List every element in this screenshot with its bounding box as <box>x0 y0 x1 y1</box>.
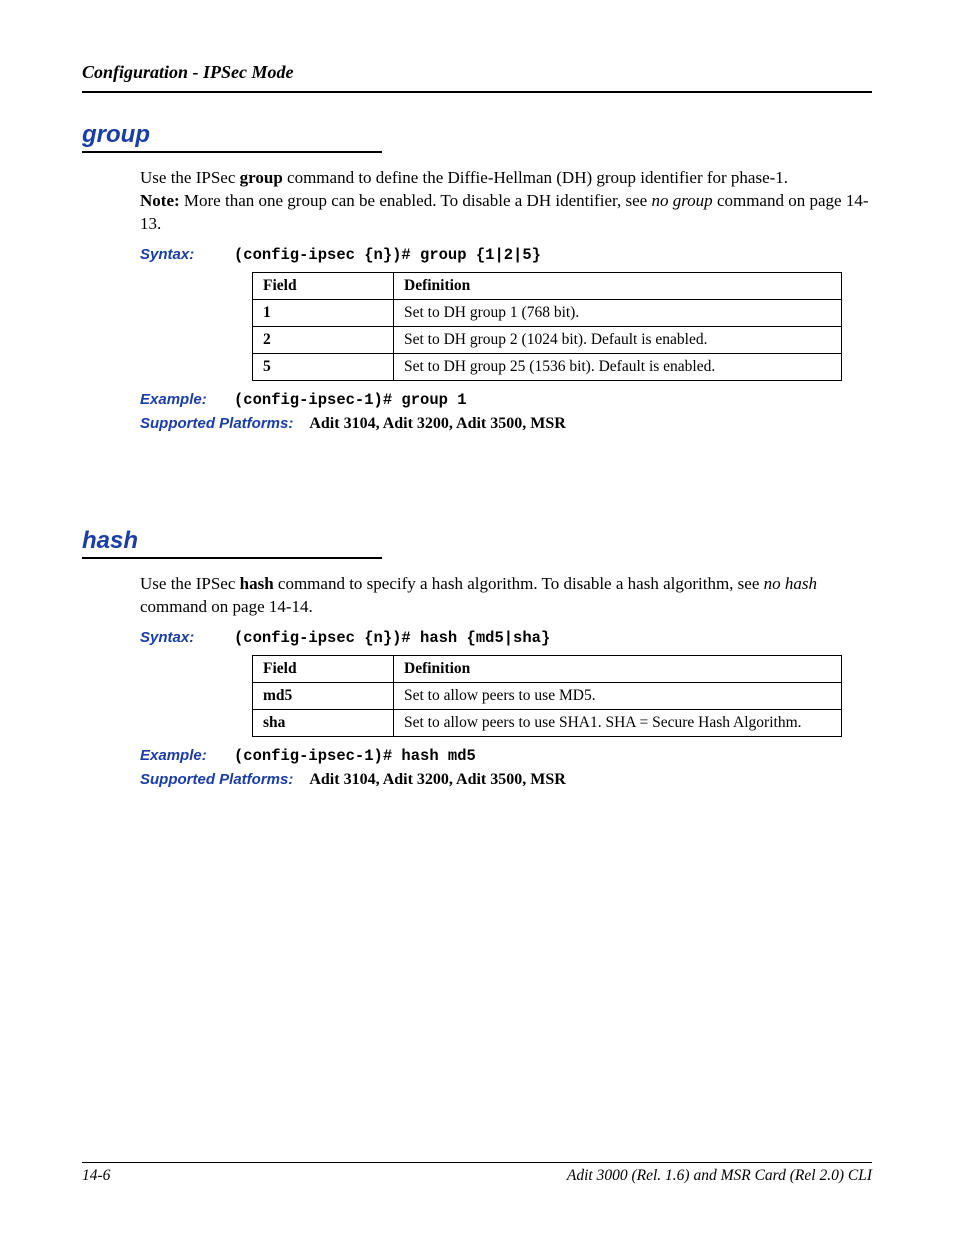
text-italic: no group <box>651 191 712 210</box>
text: command to define the Diffie-Hellman (DH… <box>283 168 788 187</box>
example-row: Example: (config-ipsec-1)# group 1 <box>140 391 872 409</box>
text-bold: hash <box>240 574 274 593</box>
table-row: 5 Set to DH group 25 (1536 bit). Default… <box>253 353 842 380</box>
text-bold: group <box>240 168 283 187</box>
section-title-hash: hash <box>82 527 872 555</box>
text: command on page 14-14. <box>140 597 313 616</box>
text-italic: no hash <box>764 574 817 593</box>
text: Use the IPSec <box>140 168 240 187</box>
definition-table: Field Definition 1 Set to DH group 1 (76… <box>252 272 842 381</box>
page: Configuration - IPSec Mode group Use the… <box>0 0 954 1235</box>
syntax-label: Syntax: <box>140 629 230 646</box>
syntax-row: Syntax: (config-ipsec {n})# hash {md5|sh… <box>140 629 872 647</box>
syntax-label: Syntax: <box>140 246 230 263</box>
section-paragraph: Use the IPSec hash command to specify a … <box>140 573 872 619</box>
section-underline <box>82 151 382 153</box>
footer-title: Adit 3000 (Rel. 1.6) and MSR Card (Rel 2… <box>567 1167 872 1185</box>
example-row: Example: (config-ipsec-1)# hash md5 <box>140 747 872 765</box>
definition-table: Field Definition md5 Set to allow peers … <box>252 655 842 737</box>
syntax-code: (config-ipsec {n})# hash {md5|sha} <box>234 629 550 647</box>
running-header: Configuration - IPSec Mode <box>82 62 872 83</box>
page-number: 14-6 <box>82 1167 110 1185</box>
table-header-row: Field Definition <box>253 272 842 299</box>
table-header-row: Field Definition <box>253 655 842 682</box>
section-underline <box>82 557 382 559</box>
table-header: Field <box>253 272 394 299</box>
platforms-row: Supported Platforms: Adit 3104, Adit 320… <box>140 415 872 433</box>
table-header: Definition <box>394 272 842 299</box>
table-cell: sha <box>253 709 394 736</box>
platforms-label: Supported Platforms: <box>140 415 293 432</box>
table-cell: md5 <box>253 682 394 709</box>
platforms-label: Supported Platforms: <box>140 771 293 788</box>
table-cell: Set to allow peers to use SHA1. SHA = Se… <box>394 709 842 736</box>
example-label: Example: <box>140 747 230 764</box>
platforms-text: Adit 3104, Adit 3200, Adit 3500, MSR <box>309 771 565 788</box>
footer-rule <box>82 1162 872 1163</box>
table-row: 1 Set to DH group 1 (768 bit). <box>253 299 842 326</box>
example-code: (config-ipsec-1)# hash md5 <box>234 747 476 765</box>
table-cell: Set to DH group 2 (1024 bit). Default is… <box>394 326 842 353</box>
table-row: 2 Set to DH group 2 (1024 bit). Default … <box>253 326 842 353</box>
header-rule <box>82 91 872 93</box>
platforms-row: Supported Platforms: Adit 3104, Adit 320… <box>140 771 872 789</box>
table-cell: 1 <box>253 299 394 326</box>
page-footer: 14-6 Adit 3000 (Rel. 1.6) and MSR Card (… <box>82 1154 872 1185</box>
syntax-row: Syntax: (config-ipsec {n})# group {1|2|5… <box>140 246 872 264</box>
table-row: md5 Set to allow peers to use MD5. <box>253 682 842 709</box>
table-cell: 5 <box>253 353 394 380</box>
example-label: Example: <box>140 391 230 408</box>
platforms-text: Adit 3104, Adit 3200, Adit 3500, MSR <box>309 415 565 432</box>
table-cell: Set to DH group 1 (768 bit). <box>394 299 842 326</box>
example-code: (config-ipsec-1)# group 1 <box>234 391 467 409</box>
section-paragraph: Use the IPSec group command to define th… <box>140 167 872 236</box>
table-header: Field <box>253 655 394 682</box>
note-label: Note: <box>140 191 180 210</box>
syntax-code: (config-ipsec {n})# group {1|2|5} <box>234 246 541 264</box>
table-cell: Set to allow peers to use MD5. <box>394 682 842 709</box>
table-cell: Set to DH group 25 (1536 bit). Default i… <box>394 353 842 380</box>
text: Use the IPSec <box>140 574 240 593</box>
text: More than one group can be enabled. To d… <box>180 191 652 210</box>
table-row: sha Set to allow peers to use SHA1. SHA … <box>253 709 842 736</box>
text: command to specify a hash algorithm. To … <box>274 574 764 593</box>
section-title-group: group <box>82 121 872 149</box>
table-cell: 2 <box>253 326 394 353</box>
table-header: Definition <box>394 655 842 682</box>
